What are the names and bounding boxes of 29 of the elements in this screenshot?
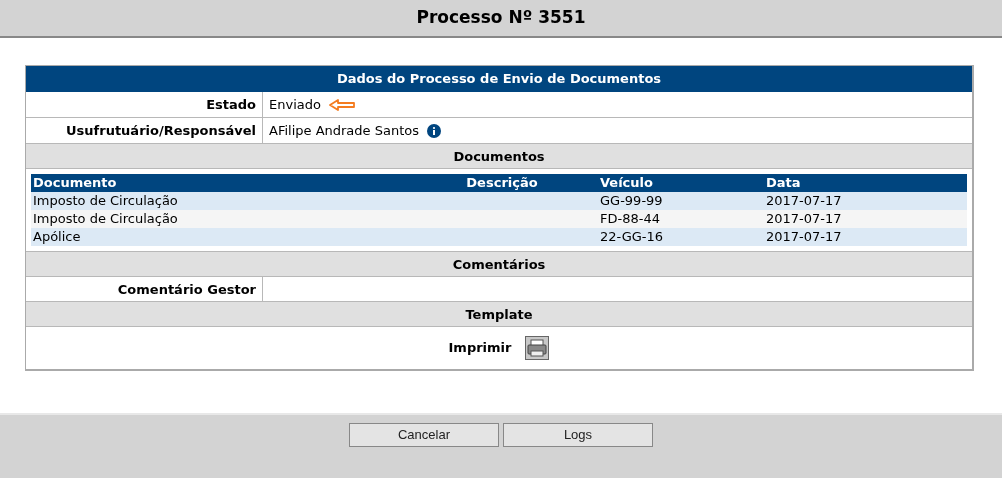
table-cell-text: 22-GG-16 bbox=[599, 228, 665, 246]
printer-icon[interactable] bbox=[525, 336, 550, 360]
section-header: Comentários bbox=[26, 252, 972, 277]
table-cell-text: Apólice bbox=[32, 228, 82, 246]
section-header: Template bbox=[26, 302, 972, 327]
left-arrow-icon bbox=[328, 98, 355, 111]
field-label: Estado bbox=[26, 92, 263, 117]
field-value: AFilipe Andrade Santos bbox=[269, 121, 419, 140]
table-cell-text: 2017-07-17 bbox=[765, 210, 843, 228]
action-button[interactable]: Cancelar bbox=[349, 423, 499, 447]
field-value: Enviado bbox=[269, 95, 321, 114]
column-header: Descrição bbox=[465, 174, 539, 192]
info-icon[interactable] bbox=[427, 123, 441, 138]
table-cell-text: 2017-07-17 bbox=[765, 192, 843, 210]
table-cell-text: Imposto de Circulação bbox=[32, 192, 179, 210]
section-header: Documentos bbox=[26, 144, 972, 169]
table-cell-text: FD-88-44 bbox=[599, 210, 661, 228]
page-title: Processo Nº 3551 bbox=[416, 6, 586, 30]
action-button[interactable]: Logs bbox=[503, 423, 653, 447]
panel-title: Dados do Processo de Envio de Documentos bbox=[26, 66, 972, 92]
field-label: Usufrutuário/Responsável bbox=[26, 118, 263, 143]
print-label: Imprimir bbox=[448, 339, 512, 358]
field-label: Comentário Gestor bbox=[26, 277, 263, 301]
table-cell-text: 2017-07-17 bbox=[765, 228, 843, 246]
column-header: Data bbox=[765, 174, 802, 192]
table-cell-text: GG-99-99 bbox=[599, 192, 664, 210]
column-header: Veículo bbox=[599, 174, 654, 192]
column-header: Documento bbox=[32, 174, 118, 192]
table-cell-text: Imposto de Circulação bbox=[32, 210, 179, 228]
